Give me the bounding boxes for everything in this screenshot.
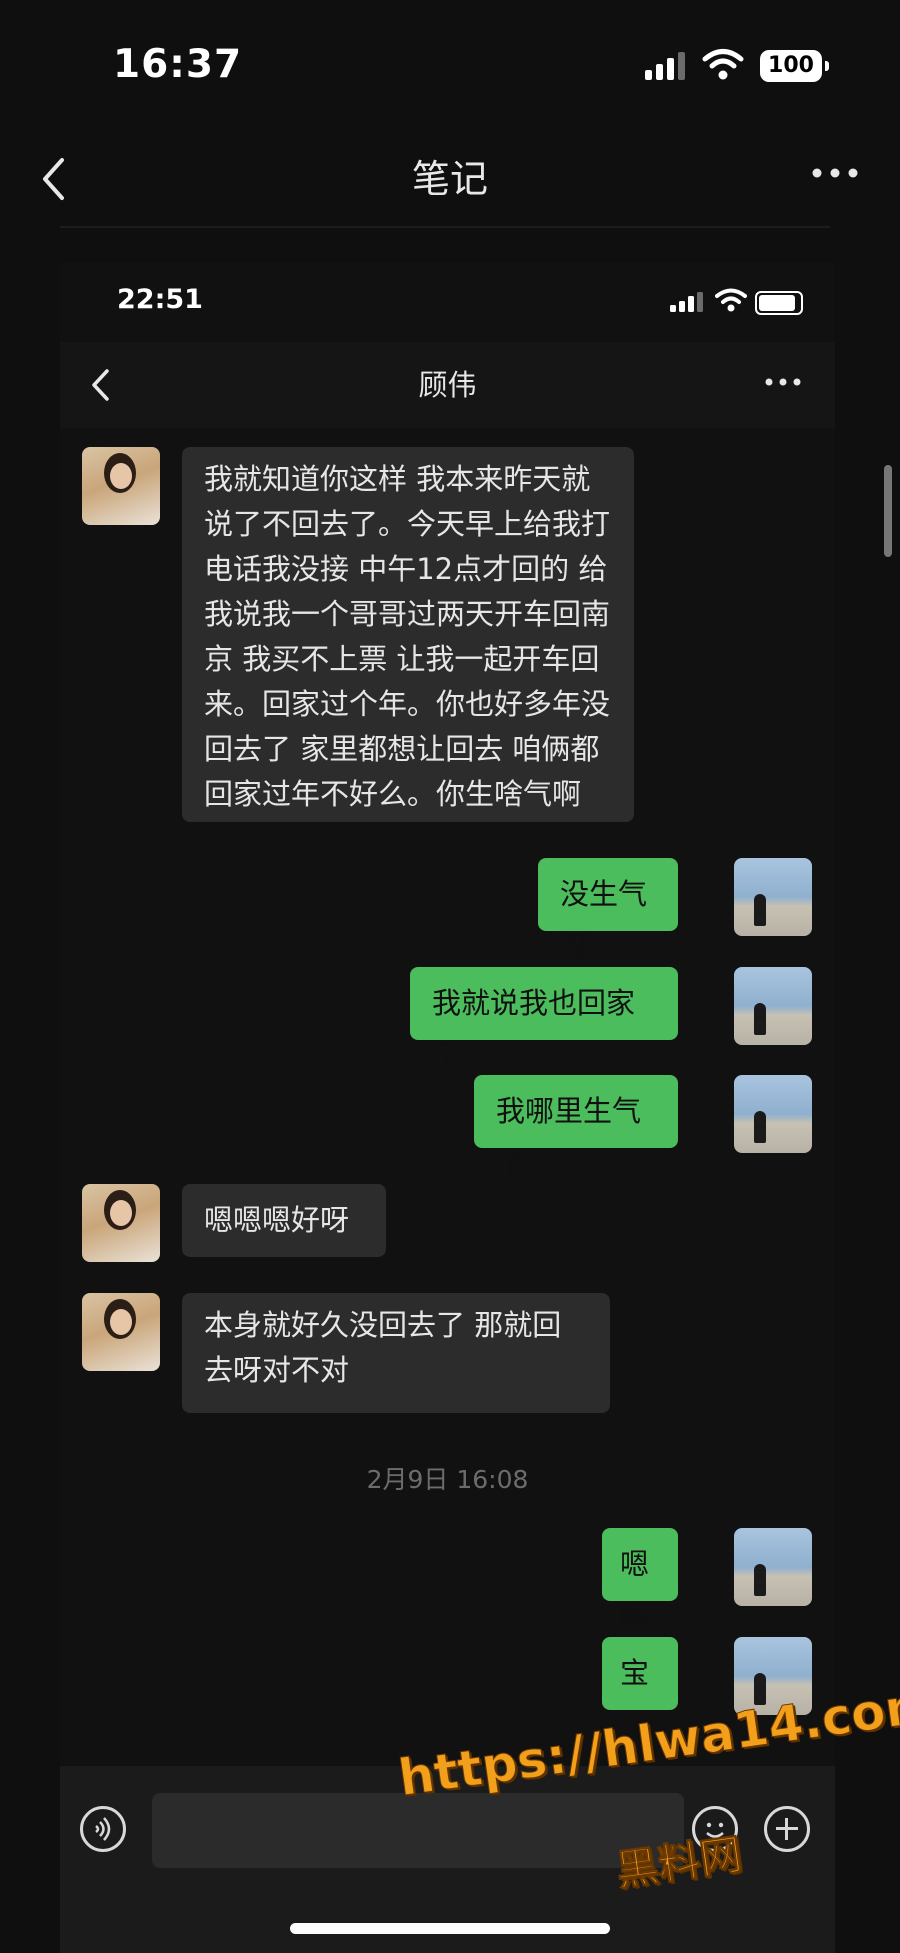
message-bubble-incoming[interactable]: 嗯嗯嗯好呀	[182, 1184, 386, 1257]
inner-wifi-icon	[715, 288, 747, 312]
wifi-icon	[702, 49, 744, 80]
page-title: 笔记	[411, 157, 488, 201]
more-options-icon[interactable]	[812, 168, 858, 178]
battery-indicator: 100	[760, 50, 829, 82]
message-bubble-outgoing[interactable]: 我就说我也回家了	[410, 967, 678, 1073]
inner-status-bar: 22:51	[60, 262, 835, 342]
contact-avatar[interactable]	[82, 447, 160, 525]
chat-more-options-icon[interactable]	[765, 378, 801, 386]
message-bubble-incoming[interactable]: 本身就好久没回去了 那就回去呀对不对	[182, 1293, 610, 1413]
message-bubble-outgoing[interactable]: 嗯呐	[602, 1528, 678, 1634]
embedded-chat-screenshot: 22:51 顾伟 我就知道你这样 我本来昨天就说了不回去了。今天早上给我打电话我…	[60, 262, 835, 1953]
top-nav: 笔记	[0, 130, 900, 230]
inner-status-time: 22:51	[117, 284, 203, 315]
message-bubble-incoming[interactable]: 我就知道你这样 我本来昨天就说了不回去了。今天早上给我打电话我没接 中午12点才…	[182, 447, 634, 822]
self-avatar[interactable]	[734, 858, 812, 936]
home-indicator[interactable]	[290, 1923, 610, 1934]
status-bar: 16:37 100	[0, 0, 900, 130]
contact-avatar[interactable]	[82, 1184, 160, 1262]
chat-header: 顾伟	[60, 342, 835, 428]
self-avatar[interactable]	[734, 1528, 812, 1606]
add-attachment-icon[interactable]	[764, 1806, 810, 1852]
voice-input-icon[interactable]	[80, 1806, 126, 1852]
message-timestamp: 2月9日 16:08	[366, 1465, 529, 1494]
inner-cellular-signal-icon	[670, 292, 703, 312]
message-bubble-outgoing[interactable]: 宝宝	[602, 1637, 678, 1743]
status-time: 16:37	[113, 42, 243, 87]
scrollbar[interactable]	[884, 465, 892, 557]
cellular-signal-icon	[645, 52, 685, 80]
message-bubble-outgoing[interactable]: 没生气呀	[538, 858, 678, 964]
chat-contact-name: 顾伟	[418, 368, 477, 402]
contact-avatar[interactable]	[82, 1293, 160, 1371]
self-avatar[interactable]	[734, 1075, 812, 1153]
nav-divider	[60, 226, 830, 228]
self-avatar[interactable]	[734, 967, 812, 1045]
message-bubble-outgoing[interactable]: 我哪里生气了	[474, 1075, 678, 1181]
inner-battery-icon	[755, 291, 803, 315]
